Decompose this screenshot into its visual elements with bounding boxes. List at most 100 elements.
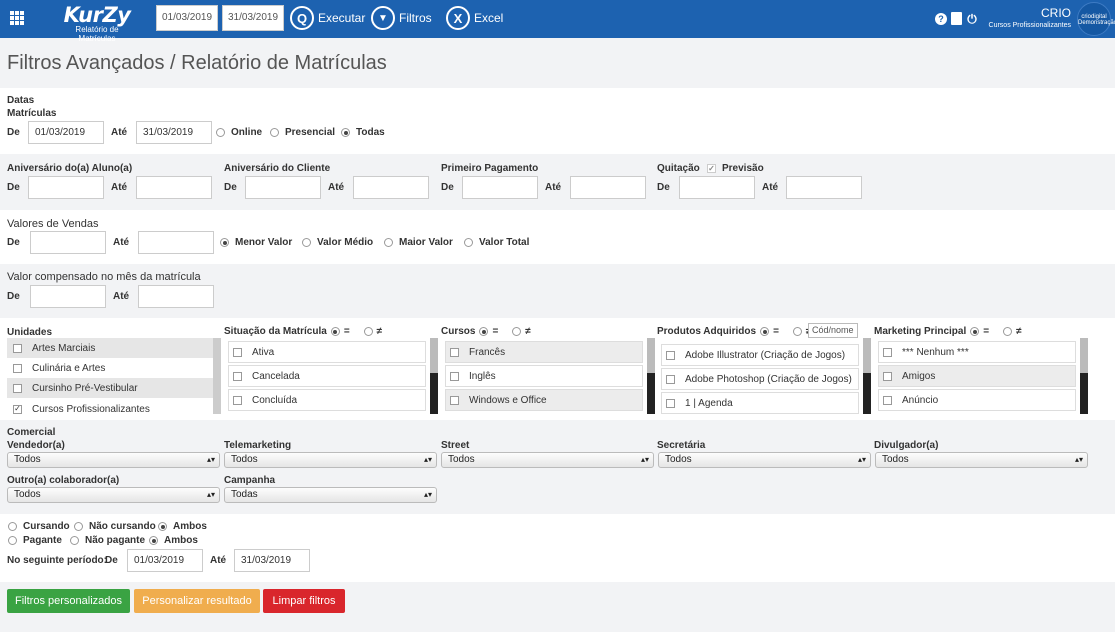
header-tools: ? ⏻ [935,12,978,25]
campanha-select[interactable]: Todas ▴▾ [224,487,437,503]
scrollbar[interactable] [213,338,221,414]
not-equal-radio[interactable] [1003,327,1013,336]
radio-menor-valor[interactable]: Menor Valor [220,237,292,248]
scrollbar[interactable] [863,338,871,414]
vendedor-select[interactable]: Todos ▴▾ [7,452,220,468]
list-item[interactable]: Inglês [445,365,643,387]
divulgador-label: Divulgador(a) [874,440,939,451]
radio-todas[interactable]: Todas [341,127,385,138]
header-date-from[interactable]: 01/03/2019 [156,5,218,31]
aniv-cliente-from[interactable] [245,176,321,199]
executar-button[interactable]: Q Executar [290,5,365,31]
limpar-filtros-button[interactable]: Limpar filtros [263,589,345,613]
matricula-date-to[interactable]: 31/03/2019 [136,121,212,144]
checkbox-box [233,347,242,357]
list-item[interactable]: Adobe Photoshop (Criação de Jogos) [661,368,859,390]
primeiro-pagamento-from[interactable] [462,176,538,199]
unidades-list[interactable]: Artes Marciais Culinária e Artes Cursinh… [7,338,221,415]
telemarketing-select[interactable]: Todos ▴▾ [224,452,437,468]
street-select[interactable]: Todos ▴▾ [441,452,654,468]
not-equal-radio[interactable] [512,327,522,336]
list-item[interactable]: ✓ Cursos Profissionalizantes [7,399,213,419]
not-equal-radio[interactable] [363,327,373,336]
radio-maior-valor[interactable]: Maior Valor [384,237,453,248]
radio-nao-pagante[interactable]: Não pagante [70,535,145,546]
list-item[interactable]: Concluída [228,389,426,411]
list-item[interactable]: Windows e Office [445,389,643,411]
cursos-title: Cursos [441,326,476,337]
list-item[interactable]: Cursinho Pré-Vestibular [7,378,213,398]
de-label: De [7,237,20,248]
radio-pagante[interactable]: Pagante [8,535,62,546]
radio-cursando[interactable]: Cursando [8,521,70,532]
equal-radio[interactable] [330,327,340,336]
situacao-list[interactable]: Ativa Cancelada Concluída [224,338,438,414]
radio-nao-cursando[interactable]: Não cursando [74,521,156,532]
compensado-to[interactable] [138,285,214,308]
documents-icon[interactable] [951,12,962,25]
personalizar-resultado-button[interactable]: Personalizar resultado [134,589,260,613]
power-icon[interactable]: ⏻ [966,13,978,25]
list-item-label: Culinária e Artes [32,362,106,374]
excel-button[interactable]: X Excel [446,5,503,31]
divulgador-select[interactable]: Todos ▴▾ [875,452,1088,468]
filtros-personalizados-button[interactable]: Filtros personalizados [7,589,130,613]
header-date-to[interactable]: 31/03/2019 [222,5,284,31]
radio-ambos-cursando[interactable]: Ambos [158,521,207,532]
aniv-cliente-to[interactable] [353,176,429,199]
periodo-date-to[interactable]: 31/03/2019 [234,549,310,572]
scrollbar-thumb[interactable] [1080,338,1088,373]
aniv-aluno-to[interactable] [136,176,212,199]
radio-valor-medio[interactable]: Valor Médio [302,237,373,248]
cursos-list[interactable]: Francês Inglês Windows e Office [441,338,655,414]
list-item[interactable]: Amigos [878,365,1076,387]
produtos-list[interactable]: Adobe Illustrator (Criação de Jogos) Ado… [657,338,871,414]
scrollbar[interactable] [430,338,438,414]
apps-grid-icon[interactable] [10,11,24,25]
list-item[interactable]: Artes Marciais [7,338,213,358]
list-item[interactable]: Francês [445,341,643,363]
list-item[interactable]: *** Nenhum *** [878,341,1076,363]
scrollbar-thumb[interactable] [863,338,871,373]
radio-online[interactable]: Online [216,127,262,138]
equal-radio[interactable] [970,327,980,336]
filtros-button[interactable]: ▼ Filtros [371,5,432,31]
list-item[interactable]: Culinária e Artes [7,358,213,378]
cod-nome-input[interactable]: Cód/nome [808,323,858,338]
not-equal-radio[interactable] [792,327,802,336]
scrollbar[interactable] [647,338,655,414]
compensado-from[interactable] [30,285,106,308]
radio-valor-total[interactable]: Valor Total [464,237,529,248]
radio-ambos-pagante[interactable]: Ambos [149,535,198,546]
scrollbar-thumb[interactable] [647,338,655,373]
periodo-date-from[interactable]: 01/03/2019 [127,549,203,572]
user-info[interactable]: CRIO Cursos Profissionalizantes [985,6,1071,32]
primeiro-pagamento-to[interactable] [570,176,646,199]
outro-colaborador-select[interactable]: Todos ▴▾ [7,487,220,503]
matricula-date-from[interactable]: 01/03/2019 [28,121,104,144]
scrollbar-thumb[interactable] [430,338,438,373]
radio-label: Todas [356,127,385,138]
quitacao-from[interactable] [679,176,755,199]
checkbox-box [883,371,892,381]
list-item[interactable]: Cancelada [228,365,426,387]
valores-to[interactable] [138,231,214,254]
help-icon[interactable]: ? [935,12,947,25]
aniv-aluno-from[interactable] [28,176,104,199]
equal-radio[interactable] [479,327,489,336]
list-item[interactable]: Ativa [228,341,426,363]
list-item[interactable]: Adobe Illustrator (Criação de Jogos) [661,344,859,366]
avatar[interactable]: criodigital Demonstração [1077,2,1115,36]
marketing-list[interactable]: *** Nenhum *** Amigos Anúncio [874,338,1088,414]
radio-presencial[interactable]: Presencial [270,127,335,138]
list-item[interactable]: Anúncio [878,389,1076,411]
ate-label: Até [545,182,562,193]
app-logo[interactable]: KurZy Relatório de Matrículas [57,5,137,44]
secretaria-select[interactable]: Todos ▴▾ [658,452,871,468]
list-item[interactable]: 1 | Agenda [661,392,859,414]
valores-from[interactable] [30,231,106,254]
scrollbar[interactable] [1080,338,1088,414]
previsao-checkbox[interactable]: ✓ Previsão [707,163,764,174]
quitacao-to[interactable] [786,176,862,199]
equal-radio[interactable] [760,327,770,336]
